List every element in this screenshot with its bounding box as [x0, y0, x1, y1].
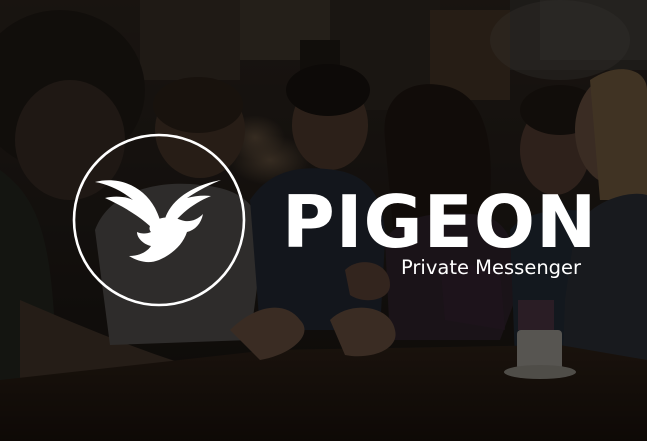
- splash-screen: PIGEON Private Messenger: [0, 0, 647, 441]
- brand-tagline: Private Messenger: [401, 256, 582, 279]
- pigeon-logo-icon: [72, 133, 246, 307]
- brand-name: PIGEON: [282, 180, 598, 264]
